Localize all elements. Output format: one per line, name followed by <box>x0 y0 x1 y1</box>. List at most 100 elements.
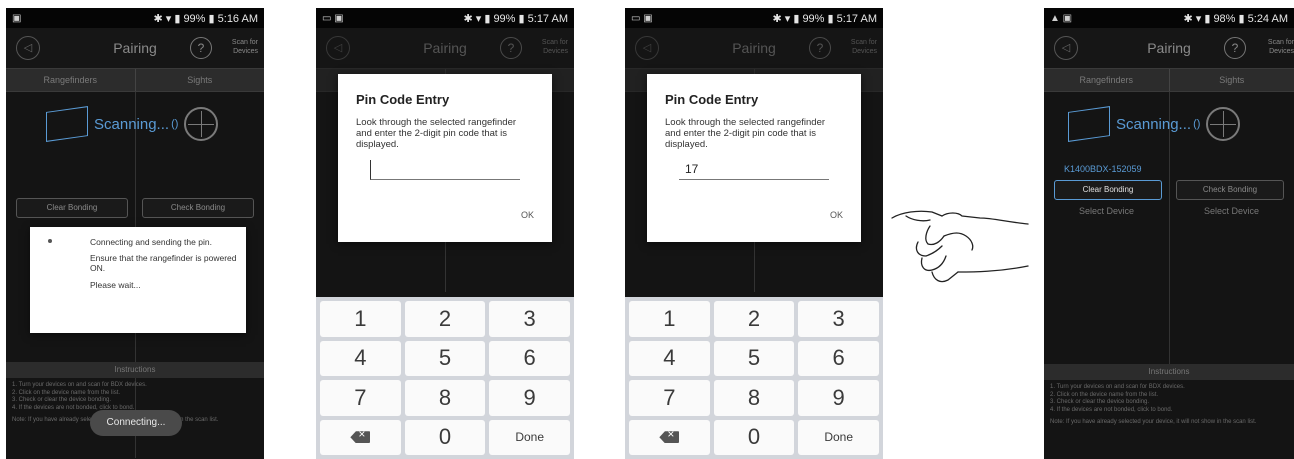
dialog-title: Pin Code Entry <box>665 92 759 107</box>
help-icon[interactable]: ? <box>500 37 522 59</box>
clear-bonding-button[interactable]: Clear Bonding <box>1054 180 1162 200</box>
dialog-title: Pin Code Entry <box>356 92 450 107</box>
key-9[interactable]: 9 <box>489 380 570 416</box>
battery-level: 99% <box>802 12 825 25</box>
clock: 5:16 AM <box>217 12 258 25</box>
scan-for-devices-button[interactable]: Scan for Devices <box>1252 38 1294 56</box>
clock: 5:17 AM <box>836 12 877 25</box>
scan-for-devices-button[interactable]: Scan for Devices <box>833 38 877 56</box>
rangefinder-icon <box>1068 106 1110 142</box>
status-bar: ▲ ▣ ✱ ▾ ▮ 98% ▮ 5:24 AM <box>1044 8 1294 28</box>
done-key[interactable]: Done <box>798 419 879 455</box>
key-8[interactable]: 8 <box>713 380 795 416</box>
status-right: ✱ ▾ ▮ 99% ▮ 5:17 AM <box>772 12 877 25</box>
key-9[interactable]: 9 <box>798 380 879 416</box>
battery-level: 99% <box>183 12 206 25</box>
scan-for-devices-button[interactable]: Scan for Devices <box>524 38 568 56</box>
help-icon[interactable]: ? <box>1224 37 1246 59</box>
key-4[interactable]: 4 <box>629 340 710 376</box>
status-right: ✱ ▾ ▮ 99% ▮ 5:16 AM <box>153 12 258 25</box>
help-icon[interactable]: ? <box>190 37 212 59</box>
backspace-key[interactable] <box>320 419 401 455</box>
clock: 5:17 AM <box>527 12 568 25</box>
tab-sights[interactable]: Sights <box>1168 69 1294 91</box>
scan-for-devices-button[interactable]: Scan for Devices <box>214 38 258 56</box>
spinner-icon: () <box>1193 118 1201 130</box>
instruction-item: 1. Turn your devices on and scan for BDX… <box>12 382 147 388</box>
key-4[interactable]: 4 <box>320 340 401 376</box>
device-name[interactable]: K1400BDX-152059 <box>1064 164 1142 174</box>
key-0[interactable]: 0 <box>713 419 795 455</box>
tab-sights[interactable]: Sights <box>134 69 265 91</box>
notification-icon: ▭ ▣ <box>631 12 653 24</box>
status-bar: ▣ ✱ ▾ ▮ 99% ▮ 5:16 AM <box>6 8 264 28</box>
select-device-row: Select Device Select Device <box>1044 206 1294 216</box>
key-0[interactable]: 0 <box>404 419 486 455</box>
check-bonding-button[interactable]: Check Bonding <box>1176 180 1284 200</box>
done-key[interactable]: Done <box>489 419 570 455</box>
notification-icon: ▲ ▣ <box>1050 12 1073 24</box>
battery-level: 98% <box>1213 12 1236 25</box>
select-device-rangefinder[interactable]: Select Device <box>1044 206 1169 216</box>
tab-rangefinders[interactable]: Rangefinders <box>6 69 135 91</box>
key-5[interactable]: 5 <box>713 340 795 376</box>
app-bar: ◁ Pairing ? Scan for Devices <box>625 28 883 68</box>
numeric-keypad: 1 2 3 4 5 6 7 8 9 0 Done <box>316 297 574 459</box>
instruction-item: 1. Turn your devices on and scan for BDX… <box>1050 384 1185 390</box>
connecting-dialog: Connecting and sending the pin. Ensure t… <box>30 227 246 333</box>
instruction-item: 4. If the devices are not bonded, click … <box>1050 406 1173 413</box>
pin-input[interactable]: 17 <box>679 160 829 180</box>
phone-screen-paired: ▲ ▣ ✱ ▾ ▮ 98% ▮ 5:24 AM ◁ Pairing ? Scan… <box>1044 8 1294 459</box>
dialog-line-connecting: Connecting and sending the pin. <box>90 237 212 247</box>
help-icon[interactable]: ? <box>809 37 831 59</box>
key-1[interactable]: 1 <box>629 301 710 337</box>
app-bar: ◁ Pairing ? Scan for Devices <box>316 28 574 68</box>
progress-dot-icon <box>48 239 52 243</box>
instruction-note: Note: If you have already selected your … <box>1050 419 1257 425</box>
key-1[interactable]: 1 <box>320 301 401 337</box>
key-6[interactable]: 6 <box>798 340 879 376</box>
numeric-keypad: 1 2 3 4 5 6 7 8 9 0 Done <box>625 297 883 459</box>
instructions-header: Instructions <box>6 362 264 378</box>
phone-screen-connecting: ▣ ✱ ▾ ▮ 99% ▮ 5:16 AM ◁ Pairing ? Scan f… <box>6 8 264 459</box>
rangefinder-icon <box>46 106 88 142</box>
check-bonding-button[interactable]: Check Bonding <box>142 198 254 218</box>
ok-button[interactable]: OK <box>521 210 534 220</box>
key-7[interactable]: 7 <box>320 380 401 416</box>
status-right: ✱ ▾ ▮ 98% ▮ 5:24 AM <box>1183 12 1288 25</box>
key-2[interactable]: 2 <box>404 301 486 337</box>
pin-input[interactable] <box>370 160 520 180</box>
device-tabs: Rangefinders Sights <box>1044 68 1294 92</box>
key-2[interactable]: 2 <box>713 301 795 337</box>
backspace-key[interactable] <box>629 419 710 455</box>
dialog-body: Look through the selected rangefinder an… <box>665 117 826 150</box>
phone-screen-pin-filled: ▭ ▣ ✱ ▾ ▮ 99% ▮ 5:17 AM ◁ Pairing ? Scan… <box>625 8 883 459</box>
instruction-item: 2. Click on the device name from the lis… <box>1050 391 1159 398</box>
key-8[interactable]: 8 <box>404 380 486 416</box>
ok-button[interactable]: OK <box>830 210 843 220</box>
status-right: ✱ ▾ ▮ 99% ▮ 5:17 AM <box>463 12 568 25</box>
clear-bonding-button[interactable]: Clear Bonding <box>16 198 128 218</box>
key-3[interactable]: 3 <box>489 301 570 337</box>
key-5[interactable]: 5 <box>404 340 486 376</box>
key-7[interactable]: 7 <box>629 380 710 416</box>
sight-icon <box>1206 107 1241 141</box>
scanning-text: Scanning... <box>94 115 170 133</box>
instruction-item: 2. Click on the device name from the lis… <box>12 389 121 396</box>
app-bar: ◁ Pairing ? Scan for Devices <box>1044 28 1294 68</box>
select-device-sight[interactable]: Select Device <box>1169 206 1294 216</box>
clock: 5:24 AM <box>1247 12 1288 25</box>
tab-rangefinders[interactable]: Rangefinders <box>1044 69 1169 91</box>
instructions-header: Instructions <box>1044 364 1294 380</box>
sight-icon <box>184 107 219 141</box>
notification-icon: ▣ <box>12 12 22 24</box>
status-bar: ▭ ▣ ✱ ▾ ▮ 99% ▮ 5:17 AM <box>625 8 883 28</box>
dialog-body: Look through the selected rangefinder an… <box>356 117 517 150</box>
key-3[interactable]: 3 <box>798 301 879 337</box>
pin-entry-dialog: Pin Code Entry Look through the selected… <box>338 74 552 242</box>
instruction-item: 3. Check or clear the device bonding. <box>1050 399 1150 405</box>
notification-icon: ▭ ▣ <box>322 12 344 24</box>
backspace-icon <box>350 431 371 444</box>
key-6[interactable]: 6 <box>489 340 570 376</box>
instructions-list: 1. Turn your devices on and scan for BDX… <box>1050 384 1290 427</box>
